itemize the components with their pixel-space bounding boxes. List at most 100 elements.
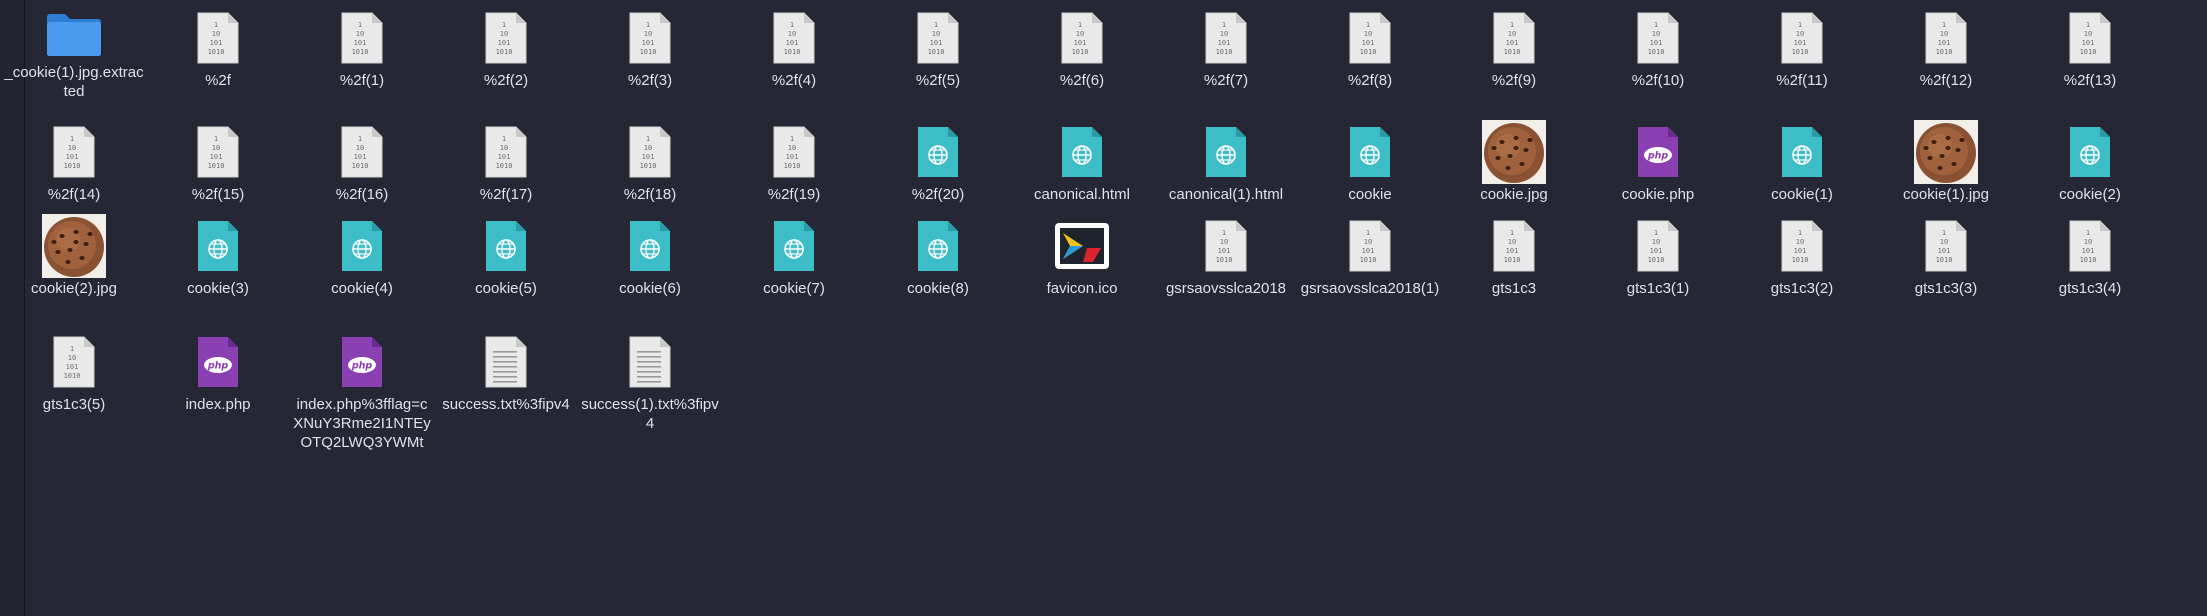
svg-text:1010: 1010 <box>2080 256 2097 264</box>
svg-text:10: 10 <box>1220 238 1228 246</box>
file-item[interactable]: 1 10 101 1010 %2f(9) <box>1444 6 1584 90</box>
file-name: %2f(17) <box>479 186 533 203</box>
file-item[interactable]: 1 10 101 1010 gsrsaovsslca2018 <box>1156 214 1296 298</box>
file-item[interactable]: cookie(4) <box>292 214 432 298</box>
svg-text:101: 101 <box>1794 39 1807 47</box>
svg-text:10: 10 <box>2084 30 2092 38</box>
svg-text:1: 1 <box>1078 21 1082 29</box>
svg-text:1010: 1010 <box>640 48 657 56</box>
html-file-icon <box>1194 120 1258 184</box>
svg-text:101: 101 <box>642 153 655 161</box>
svg-text:101: 101 <box>1362 39 1375 47</box>
svg-text:1: 1 <box>1366 229 1370 237</box>
file-item[interactable]: php cookie.php <box>1588 120 1728 204</box>
file-item[interactable]: 1 10 101 1010 gts1c3 <box>1444 214 1584 298</box>
svg-text:1010: 1010 <box>1792 256 1809 264</box>
svg-text:101: 101 <box>66 153 79 161</box>
text-file-icon <box>618 330 682 394</box>
svg-text:1: 1 <box>1222 21 1226 29</box>
file-item[interactable]: 1 10 101 1010 %2f(14) <box>4 120 144 204</box>
file-item[interactable]: 1 10 101 1010 %2f(12) <box>1876 6 2016 90</box>
favicon-image-icon <box>1050 214 1114 278</box>
file-item[interactable]: 1 10 101 1010 %2f(8) <box>1300 6 1440 90</box>
folder-icon <box>42 6 106 62</box>
file-item[interactable]: 1 10 101 1010 gts1c3(3) <box>1876 214 2016 298</box>
file-item[interactable]: cookie <box>1300 120 1440 204</box>
file-item[interactable]: 1 10 101 1010 %2f(13) <box>2020 6 2160 90</box>
file-item[interactable]: 1 10 101 1010 %2f(17) <box>436 120 576 204</box>
file-item[interactable]: 1 10 101 1010 %2f <box>148 6 288 90</box>
svg-text:1: 1 <box>1942 229 1946 237</box>
file-item[interactable]: 1 10 101 1010 %2f(2) <box>436 6 576 90</box>
svg-text:1010: 1010 <box>1072 48 1089 56</box>
file-item[interactable]: canonical(1).html <box>1156 120 1296 204</box>
php-file-icon: php <box>1626 120 1690 184</box>
svg-text:101: 101 <box>1938 247 1951 255</box>
svg-text:101: 101 <box>1074 39 1087 47</box>
file-item[interactable]: 1 10 101 1010 gsrsaovsslca2018(1) <box>1300 214 1440 298</box>
svg-text:1: 1 <box>70 135 74 143</box>
file-item[interactable]: 1 10 101 1010 gts1c3(1) <box>1588 214 1728 298</box>
file-name: index.php%3fflag=cXNuY3Rme2I1NTEyOTQ2LWQ… <box>293 396 431 451</box>
svg-text:1: 1 <box>646 21 650 29</box>
svg-text:101: 101 <box>2082 247 2095 255</box>
svg-text:1010: 1010 <box>1936 256 1953 264</box>
file-item[interactable]: 1 10 101 1010 %2f(15) <box>148 120 288 204</box>
file-item[interactable]: canonical.html <box>1012 120 1152 204</box>
file-name: gts1c3(3) <box>1914 280 1978 297</box>
file-item[interactable]: php index.php <box>148 330 288 414</box>
file-item[interactable]: cookie(1).jpg <box>1876 120 2016 204</box>
file-item[interactable]: success.txt%3fipv4 <box>436 330 576 414</box>
file-item[interactable]: 1 10 101 1010 %2f(18) <box>580 120 720 204</box>
svg-text:10: 10 <box>788 144 796 152</box>
file-name: %2f(2) <box>483 72 529 89</box>
file-item[interactable]: 1 10 101 1010 %2f(19) <box>724 120 864 204</box>
file-item[interactable]: cookie(3) <box>148 214 288 298</box>
svg-text:101: 101 <box>2082 39 2095 47</box>
file-item[interactable]: favicon.ico <box>1012 214 1152 298</box>
svg-text:1: 1 <box>2086 229 2090 237</box>
svg-text:1010: 1010 <box>1792 48 1809 56</box>
file-item[interactable]: 1 10 101 1010 %2f(10) <box>1588 6 1728 90</box>
file-item[interactable]: 1 10 101 1010 gts1c3(2) <box>1732 214 1872 298</box>
file-item[interactable]: success(1).txt%3fipv4 <box>580 330 720 433</box>
file-item[interactable]: cookie(2).jpg <box>4 214 144 298</box>
file-item[interactable]: 1 10 101 1010 gts1c3(5) <box>4 330 144 414</box>
svg-text:10: 10 <box>212 30 220 38</box>
file-item[interactable]: cookie(5) <box>436 214 576 298</box>
file-item[interactable]: cookie(6) <box>580 214 720 298</box>
file-item[interactable]: 1 10 101 1010 %2f(5) <box>868 6 1008 90</box>
svg-text:1: 1 <box>358 135 362 143</box>
file-name: cookie.jpg <box>1480 186 1548 203</box>
file-item[interactable]: _cookie(1).jpg.extracted <box>4 6 144 101</box>
file-item[interactable]: 1 10 101 1010 %2f(4) <box>724 6 864 90</box>
binary-file-icon: 1 10 101 1010 <box>1914 6 1978 70</box>
svg-text:1010: 1010 <box>352 162 369 170</box>
file-item[interactable]: 1 10 101 1010 %2f(11) <box>1732 6 1872 90</box>
php-file-icon: php <box>330 330 394 394</box>
svg-text:10: 10 <box>212 144 220 152</box>
svg-text:1: 1 <box>1222 229 1226 237</box>
binary-file-icon: 1 10 101 1010 <box>186 6 250 70</box>
file-item[interactable]: cookie(7) <box>724 214 864 298</box>
file-item[interactable]: %2f(20) <box>868 120 1008 204</box>
svg-text:1: 1 <box>358 21 362 29</box>
file-item[interactable]: 1 10 101 1010 %2f(6) <box>1012 6 1152 90</box>
binary-file-icon: 1 10 101 1010 <box>2058 6 2122 70</box>
file-name: success(1).txt%3fipv4 <box>581 396 719 432</box>
file-item[interactable]: cookie.jpg <box>1444 120 1584 204</box>
file-name: gts1c3(1) <box>1626 280 1690 297</box>
file-item[interactable]: cookie(2) <box>2020 120 2160 204</box>
file-item[interactable]: 1 10 101 1010 gts1c3(4) <box>2020 214 2160 298</box>
svg-text:1010: 1010 <box>1504 256 1521 264</box>
file-item[interactable]: 1 10 101 1010 %2f(1) <box>292 6 432 90</box>
file-item[interactable]: 1 10 101 1010 %2f(3) <box>580 6 720 90</box>
svg-text:1010: 1010 <box>640 162 657 170</box>
file-item[interactable]: cookie(1) <box>1732 120 1872 204</box>
file-name: canonical.html <box>1034 186 1130 203</box>
file-item[interactable]: 1 10 101 1010 %2f(7) <box>1156 6 1296 90</box>
file-item[interactable]: php index.php%3fflag=cXNuY3Rme2I1NTEyOTQ2… <box>292 330 432 452</box>
file-item[interactable]: cookie(8) <box>868 214 1008 298</box>
binary-file-icon: 1 10 101 1010 <box>762 6 826 70</box>
file-item[interactable]: 1 10 101 1010 %2f(16) <box>292 120 432 204</box>
